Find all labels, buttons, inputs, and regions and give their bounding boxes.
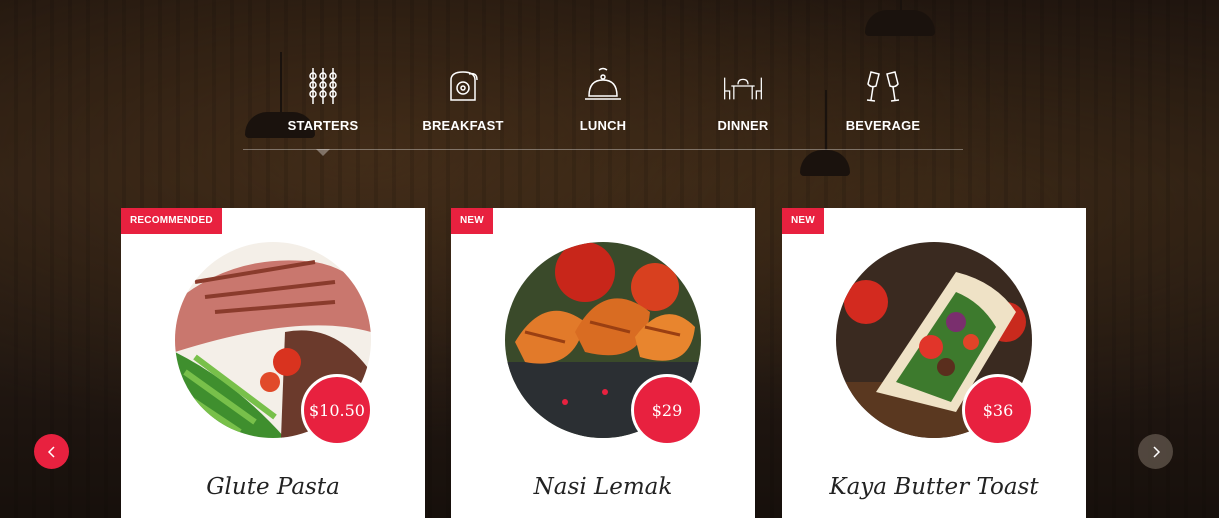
tab-label: BREAKFAST [422, 118, 504, 133]
tab-label: STARTERS [287, 118, 359, 133]
tab-beverage[interactable]: BEVERAGE [828, 62, 938, 149]
skewers-icon [309, 68, 337, 104]
glasses-icon [866, 71, 900, 102]
active-tab-caret [316, 149, 330, 156]
new-badge: NEW [451, 208, 493, 234]
tab-dinner[interactable]: DINNER [688, 62, 798, 149]
chevron-right-icon [1152, 445, 1160, 458]
tab-label: LUNCH [579, 118, 627, 133]
menu-item-card[interactable]: NEW $36 Kaya Butter Toast [782, 208, 1086, 518]
price-tag: $29 [631, 374, 703, 446]
new-badge: NEW [782, 208, 824, 234]
carousel-next-button[interactable] [1138, 434, 1173, 469]
dish-name: Nasi Lemak [533, 474, 673, 500]
dish-name: Glute Pasta [206, 474, 340, 500]
chevron-left-icon [47, 445, 55, 458]
toast-icon [450, 71, 478, 101]
price-tag: $10.50 [301, 374, 373, 446]
menu-item-card[interactable]: RECOMMENDED $10.50 Glute Pasta [121, 208, 425, 518]
tab-label: BEVERAGE [845, 118, 921, 133]
carousel-prev-button[interactable] [34, 434, 69, 469]
menu-category-tabs: STARTERS BREAKFAST LUNCH DINNER BEVERAGE [243, 62, 963, 156]
tab-starters[interactable]: STARTERS [268, 62, 378, 156]
dish-name: Kaya Butter Toast [829, 474, 1039, 500]
price-tag: $36 [962, 374, 1034, 446]
dining-table-icon [724, 77, 762, 100]
tab-lunch[interactable]: LUNCH [548, 62, 658, 149]
cloche-icon [585, 67, 621, 100]
recommended-badge: RECOMMENDED [121, 208, 222, 234]
lamp-decoration [865, 0, 935, 36]
tab-breakfast[interactable]: BREAKFAST [408, 62, 518, 149]
tab-label: DINNER [717, 118, 769, 133]
menu-item-card[interactable]: NEW $29 Nasi Lemak [451, 208, 755, 518]
